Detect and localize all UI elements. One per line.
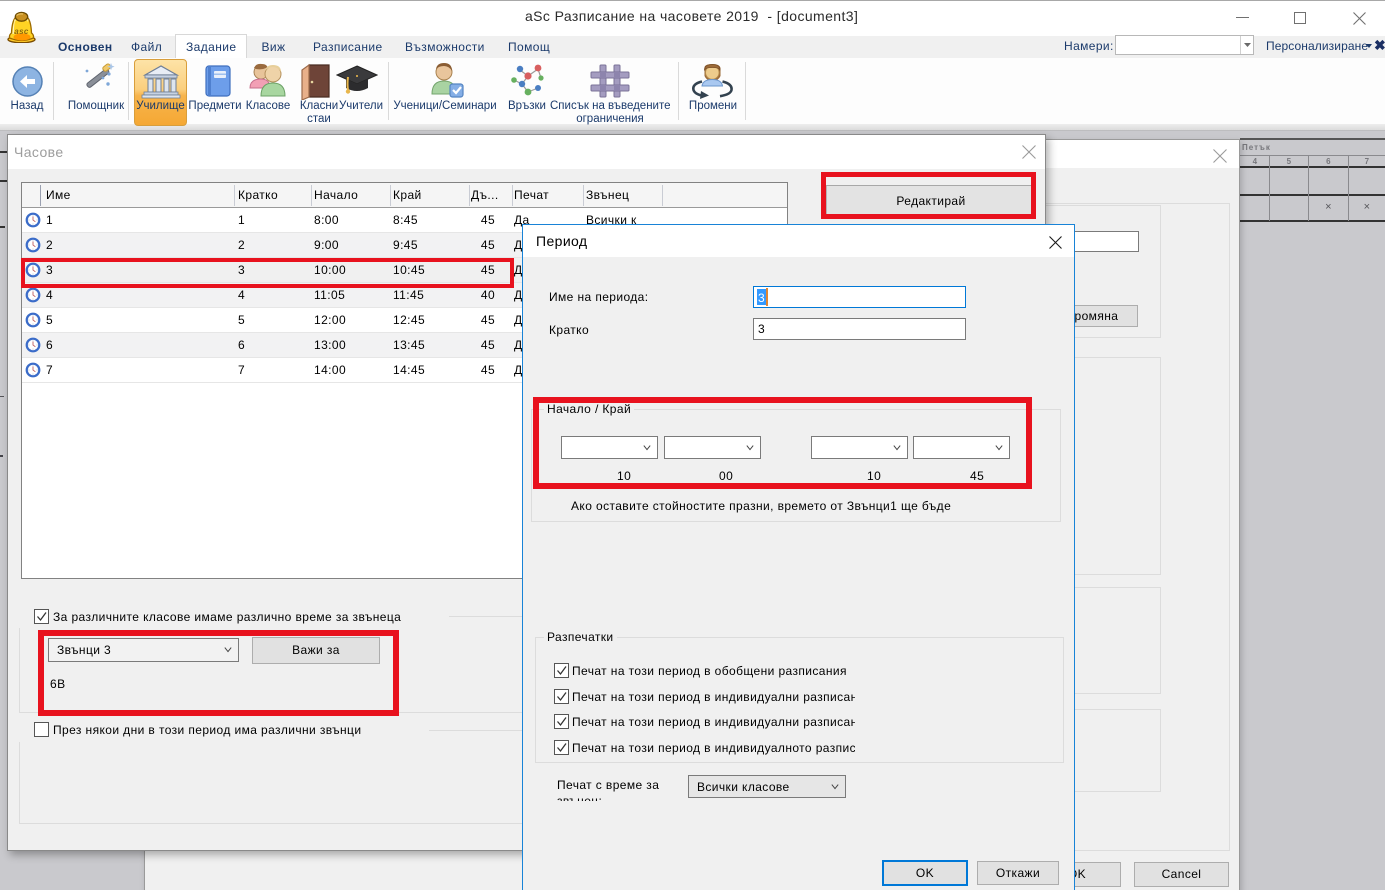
svg-text:asc: asc <box>14 27 29 36</box>
